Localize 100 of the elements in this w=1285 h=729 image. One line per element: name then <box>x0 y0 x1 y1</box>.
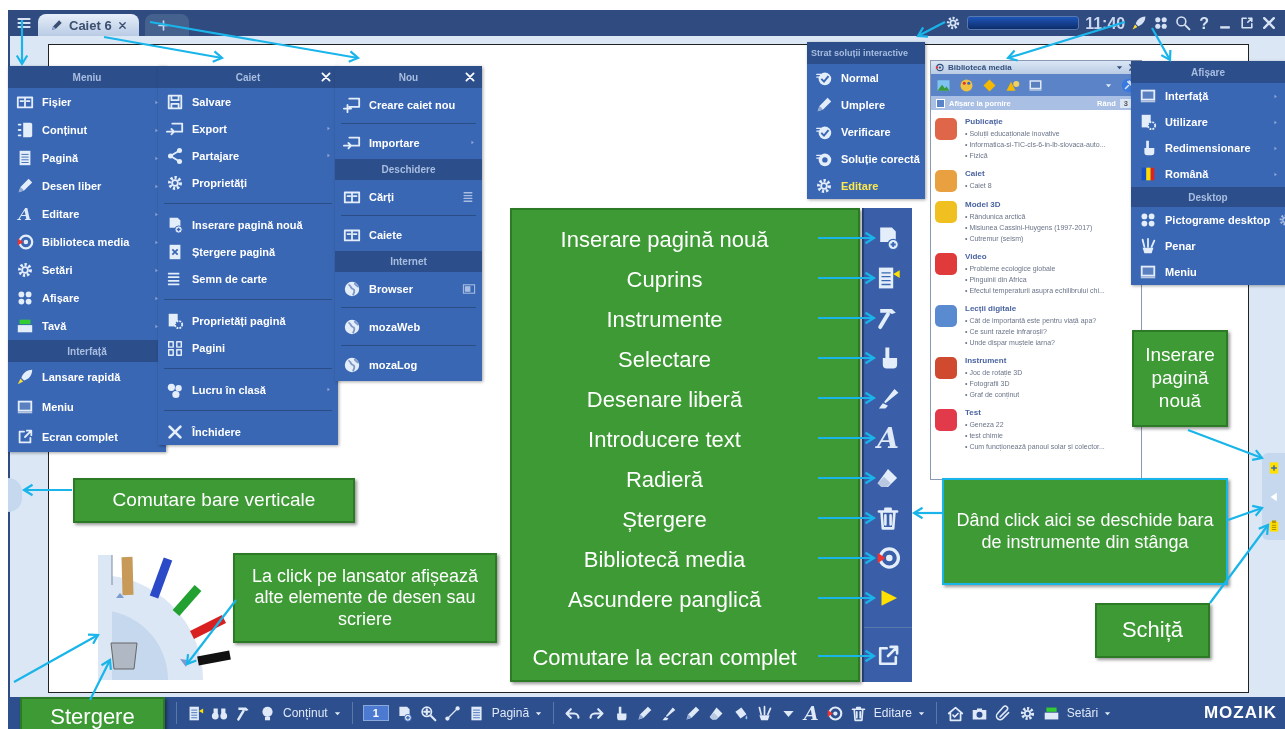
pen-icon[interactable] <box>636 704 654 722</box>
arrow <box>818 391 877 405</box>
callout: Schiță <box>1095 603 1210 658</box>
grid-icon[interactable] <box>1153 15 1170 31</box>
menu-item[interactable]: Verificare <box>807 118 925 145</box>
trash-icon[interactable] <box>849 704 867 722</box>
close-icon[interactable] <box>1261 15 1277 31</box>
menu-item[interactable]: Umplere <box>807 91 925 118</box>
menu-item[interactable]: Cărți <box>335 180 482 213</box>
callout-label: Selectare <box>617 345 712 374</box>
submenu-arrow-icon <box>153 238 160 246</box>
category-title[interactable]: Video <box>965 251 1105 263</box>
help-button[interactable]: ? <box>1197 15 1211 33</box>
submenu-arrow-icon <box>153 98 160 106</box>
menu-item[interactable]: mozaLog <box>335 348 482 381</box>
category-title[interactable]: Test <box>965 407 1105 419</box>
menu-item[interactable]: Caiete <box>335 218 482 251</box>
arrow <box>818 271 877 285</box>
save-icon <box>166 92 184 111</box>
new-tab-button[interactable] <box>144 14 189 36</box>
menu-item[interactable]: Importare <box>335 126 482 159</box>
text-tool-button[interactable]: A <box>804 702 819 724</box>
house-check-icon[interactable] <box>946 704 964 722</box>
page-lines-icon[interactable] <box>187 704 204 722</box>
arrow <box>916 21 946 38</box>
menu-item[interactable]: mozaWeb <box>335 310 482 343</box>
category-title[interactable]: Model 3D <box>965 199 1093 211</box>
menu-item[interactable]: Lucru în clasă <box>158 376 338 403</box>
category-title[interactable]: Caiet <box>965 168 992 180</box>
tab[interactable]: Caiet 6 <box>38 14 139 36</box>
gear-icon[interactable] <box>945 15 962 31</box>
arrow <box>185 599 237 666</box>
menu-item[interactable]: Export <box>158 115 338 142</box>
disc-icon[interactable] <box>825 704 843 722</box>
menu-item[interactable]: Editare <box>807 172 925 199</box>
gear-icon[interactable] <box>1018 704 1036 722</box>
menu-item[interactable]: Meniu <box>1131 259 1285 285</box>
menu-title: Nou <box>398 71 419 83</box>
pages-icon <box>166 338 184 357</box>
menu-item[interactable]: Salvare <box>158 88 338 115</box>
menu-item[interactable]: Partajare <box>158 142 338 169</box>
menu-item[interactable]: Pictograme desktop <box>1131 207 1285 233</box>
dropdown-menu[interactable]: Setări <box>1066 706 1113 720</box>
pen-icon <box>16 177 34 195</box>
disc-icon <box>16 233 34 251</box>
menu-icon[interactable] <box>16 15 32 31</box>
panel-icon <box>16 121 34 139</box>
menu-item[interactable]: Normal <box>807 64 925 91</box>
category-title[interactable]: Instrument <box>965 355 1023 367</box>
menu-item[interactable]: Semn de carte <box>158 265 338 292</box>
pencil-cup-icon[interactable] <box>756 704 774 722</box>
callout-label: Radieră <box>624 465 704 494</box>
menu-item[interactable]: Soluție corectă <box>807 145 925 172</box>
callout-label: Introducere text <box>587 425 742 454</box>
close-icon[interactable] <box>117 20 127 30</box>
category-title[interactable]: Publicație <box>965 116 1106 128</box>
menu-item[interactable]: Ștergere pagină <box>158 238 338 265</box>
arrow <box>818 471 877 485</box>
arrow <box>911 506 942 520</box>
menu-item[interactable]: Inserare pagină nouă <box>158 211 338 238</box>
submenu-arrow-icon <box>325 152 332 159</box>
menu-item[interactable]: Proprietăți pagină <box>158 307 338 334</box>
dropdown-menu[interactable]: Editare <box>873 706 926 720</box>
menu-item[interactable]: Utilizare <box>1131 109 1285 135</box>
menu-item[interactable]: Închidere <box>158 418 338 445</box>
path-icon[interactable] <box>443 704 461 722</box>
panel-toggle-icon[interactable] <box>462 281 476 296</box>
pen-icon[interactable] <box>684 704 702 722</box>
window-arrow-icon[interactable] <box>1239 15 1255 31</box>
search-icon[interactable] <box>1175 15 1192 31</box>
menu-item[interactable]: Penar <box>1131 233 1285 259</box>
rocket-icon[interactable] <box>1131 15 1148 31</box>
pen-icon <box>815 95 833 114</box>
section-header: Desktop <box>1131 187 1285 207</box>
dropdown-menu[interactable]: Pagină <box>491 706 544 720</box>
pencil-launcher-drawing[interactable] <box>98 555 232 680</box>
page-number-field[interactable]: 1 <box>362 705 389 721</box>
bulb-icon[interactable] <box>259 704 276 722</box>
palette-icon[interactable] <box>959 77 974 93</box>
menu-item[interactable]: Redimensionare <box>1131 135 1285 161</box>
submenu-arrow-icon <box>153 266 160 274</box>
menu-item[interactable]: Proprietăți <box>158 169 338 196</box>
rocket-icon <box>16 368 34 386</box>
paperclip-icon[interactable] <box>994 704 1012 722</box>
monitor-icon[interactable] <box>1028 77 1043 93</box>
disc-icon[interactable] <box>875 545 901 571</box>
checkbox[interactable] <box>936 98 945 108</box>
text-tool-button[interactable]: A <box>864 418 912 458</box>
callout-label: Desenare liberă <box>585 385 744 414</box>
trash-icon[interactable] <box>875 505 901 531</box>
menu-item[interactable]: Creare caiet nou <box>335 88 482 121</box>
menu-title: Meniu <box>72 71 102 83</box>
menu-item[interactable]: Română <box>1131 161 1285 187</box>
panel-title: Bibliotecă media <box>948 63 1012 72</box>
category-title[interactable]: Lecții digitale <box>965 303 1097 315</box>
dropdown-menu[interactable]: Conținut <box>283 706 342 720</box>
toolbar-field[interactable] <box>967 16 1080 30</box>
menu-item[interactable]: Browser <box>335 272 482 305</box>
monitor-icon <box>1139 263 1157 281</box>
zoom-in-icon[interactable] <box>419 704 437 722</box>
